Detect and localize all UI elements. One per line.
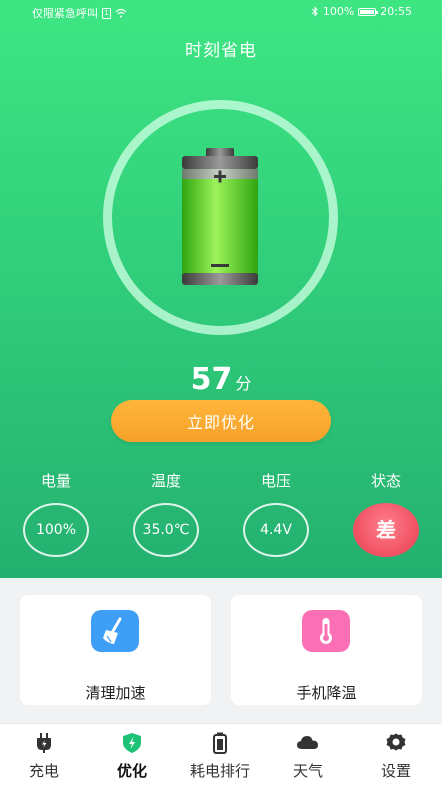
score-display: 57 分 — [0, 362, 442, 397]
tab-charge[interactable]: 充电 — [4, 732, 84, 781]
score-unit: 分 — [235, 374, 252, 393]
page-title: 时刻省电 — [185, 41, 257, 61]
charger-icon — [37, 733, 51, 753]
tab-power-ranking[interactable]: 耗电排行 — [180, 732, 260, 781]
clean-speedup-card[interactable]: 清理加速 — [20, 595, 211, 705]
stat-status: 状态 差 — [346, 470, 426, 557]
stat-voltage-value: 4.4V — [243, 503, 309, 557]
clean-speedup-label: 清理加速 — [85, 684, 146, 702]
tab-power-ranking-label: 耗电排行 — [189, 762, 250, 780]
wifi-icon — [115, 8, 127, 18]
tab-weather[interactable]: 天气 — [268, 732, 348, 781]
clock: 20:55 — [380, 5, 412, 18]
tab-optimize-label: 优化 — [116, 762, 147, 780]
carrier-text: 仅限紧急呼叫 — [32, 7, 98, 20]
score-value: 57 — [190, 362, 233, 397]
tab-charge-label: 充电 — [28, 762, 59, 780]
bluetooth-icon — [311, 6, 318, 17]
phone-cooling-label: 手机降温 — [296, 684, 357, 702]
stat-voltage: 电压 4.4V — [236, 470, 316, 557]
tab-settings[interactable]: 设置 — [356, 732, 436, 781]
stat-charge-label: 电量 — [40, 472, 71, 490]
optimize-now-button[interactable]: 立即优化 — [111, 400, 331, 442]
tools-panel: 清理加速 手机降温 — [0, 578, 442, 723]
stat-temperature: 温度 35.0℃ — [126, 470, 206, 557]
battery-stats: 电量 100% 温度 35.0℃ 电压 4.4V 状态 差 — [0, 470, 442, 560]
stat-charge-value: 100% — [23, 503, 89, 557]
shield-bolt-icon — [123, 733, 141, 753]
status-bar: 仅限紧急呼叫 1 100% 20:55 — [0, 0, 442, 24]
stat-temperature-label: 温度 — [150, 472, 181, 490]
thermometer-icon — [302, 610, 350, 652]
gear-icon — [386, 733, 406, 751]
tab-weather-label: 天气 — [292, 762, 323, 780]
stat-temperature-value: 35.0℃ — [133, 503, 199, 557]
hero-panel: 仅限紧急呼叫 1 100% 20:55 时刻省电 57 分 立即优化 电量 10… — [0, 0, 442, 578]
stat-status-label: 状态 — [370, 472, 401, 490]
stat-voltage-label: 电压 — [260, 472, 291, 490]
battery-status-icon — [358, 7, 379, 16]
cloud-icon — [297, 736, 318, 749]
stat-charge: 电量 100% — [16, 470, 96, 557]
stat-status-value: 差 — [353, 503, 419, 557]
tab-optimize[interactable]: 优化 — [92, 732, 172, 781]
tab-settings-label: 设置 — [380, 762, 411, 780]
battery-percent: 100% — [322, 5, 355, 18]
phone-cooling-card[interactable]: 手机降温 — [231, 595, 422, 705]
battery-icon — [213, 732, 227, 754]
sim-icon: 1 — [102, 7, 111, 19]
broom-icon — [91, 610, 139, 652]
bottom-tab-bar: 充电 优化 耗电排行 天气 设置 — [0, 723, 442, 793]
battery-illustration-icon — [182, 148, 258, 285]
